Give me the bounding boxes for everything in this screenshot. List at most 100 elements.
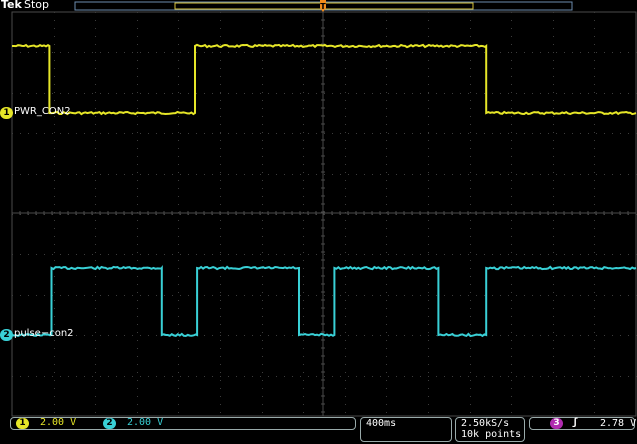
grid-dot	[345, 300, 346, 301]
grid-dot	[92, 254, 93, 255]
grid-dot	[262, 340, 263, 341]
grid-dot	[428, 132, 429, 133]
brand-logo: Tek	[1, 0, 22, 11]
grid-dot	[332, 93, 333, 94]
grid-dot	[428, 380, 429, 381]
grid-dot	[428, 252, 429, 253]
grid-dot	[345, 324, 346, 325]
grid-dot	[178, 44, 179, 45]
grid-dot	[380, 295, 381, 296]
grid-dot	[386, 36, 387, 37]
grid-dot	[132, 254, 133, 255]
grid-dot	[572, 52, 573, 53]
grid-dot	[420, 52, 421, 53]
grid-dot	[212, 52, 213, 53]
grid-dot	[612, 254, 613, 255]
grid-dot	[44, 174, 45, 175]
grid-dot	[428, 68, 429, 69]
grid-dot	[556, 376, 557, 377]
grid-dot	[386, 92, 387, 93]
grid-dot	[108, 174, 109, 175]
grid-dot	[396, 254, 397, 255]
grid-dot	[244, 133, 245, 134]
record-length: 10k points	[461, 429, 522, 440]
grid-dot	[54, 260, 55, 261]
grid-dot	[116, 335, 117, 336]
grid-dot	[244, 52, 245, 53]
grid-dot	[553, 196, 554, 197]
grid-dot	[124, 295, 125, 296]
grid-dot	[553, 252, 554, 253]
grid-dot	[553, 292, 554, 293]
grid-dot	[220, 276, 221, 277]
grid-dot	[386, 84, 387, 85]
grid-dot	[404, 133, 405, 134]
grid-dot	[372, 133, 373, 134]
grid-dot	[36, 254, 37, 255]
grid-dot	[444, 254, 445, 255]
grid-dot	[244, 174, 245, 175]
grid-dot	[492, 174, 493, 175]
grid-dot	[95, 60, 96, 61]
grid-dot	[511, 396, 512, 397]
grid-dot	[396, 335, 397, 336]
grid-dot	[148, 376, 149, 377]
grid-dot	[262, 252, 263, 253]
oscilloscope-display: T	[11, 0, 637, 417]
grid-dot	[428, 28, 429, 29]
grid-dot	[553, 380, 554, 381]
grid-dot	[95, 20, 96, 21]
channel-1-scale-badge[interactable]: 1	[16, 418, 29, 429]
grid-dot	[594, 188, 595, 189]
grid-dot	[54, 292, 55, 293]
grid-dot	[386, 188, 387, 189]
grid-dot	[511, 228, 512, 229]
grid-dot	[54, 412, 55, 413]
grid-dot	[28, 52, 29, 53]
grid-dot	[268, 93, 269, 94]
grid-dot	[324, 295, 325, 296]
grid-dot	[564, 133, 565, 134]
grid-dot	[178, 188, 179, 189]
grid-dot	[470, 308, 471, 309]
grid-dot	[345, 348, 346, 349]
grid-dot	[178, 156, 179, 157]
grid-dot	[137, 204, 138, 205]
grid-dot	[303, 172, 304, 173]
grid-dot	[76, 335, 77, 336]
grid-dot	[340, 133, 341, 134]
grid-dot	[386, 156, 387, 157]
grid-dot	[220, 156, 221, 157]
grid-dot	[137, 180, 138, 181]
grid-dot	[178, 12, 179, 13]
grid-dot	[164, 133, 165, 134]
grid-dot	[276, 254, 277, 255]
grid-dot	[76, 254, 77, 255]
grid-dot	[284, 376, 285, 377]
grid-dot	[428, 254, 429, 255]
grid-dot	[386, 380, 387, 381]
grid-dot	[470, 348, 471, 349]
grid-dot	[500, 93, 501, 94]
grid-dot	[137, 276, 138, 277]
grid-dot	[28, 295, 29, 296]
grid-dot	[372, 52, 373, 53]
grid-dot	[484, 93, 485, 94]
grid-dot	[54, 396, 55, 397]
grid-dot	[364, 376, 365, 377]
grid-dot	[476, 133, 477, 134]
grid-dot	[178, 244, 179, 245]
grid-dot	[137, 92, 138, 93]
grid-dot	[356, 254, 357, 255]
grid-dot	[180, 133, 181, 134]
grid-dot	[548, 295, 549, 296]
channel-2-ground-marker-icon[interactable]: 2	[0, 329, 13, 341]
grid-dot	[386, 20, 387, 21]
grid-dot	[511, 124, 512, 125]
grid-dot	[404, 335, 405, 336]
grid-dot	[412, 52, 413, 53]
grid-dot	[500, 52, 501, 53]
channel-2-scale-badge[interactable]: 2	[103, 418, 116, 429]
grid-dot	[220, 252, 221, 253]
channel-1-ground-marker-icon[interactable]: 1	[0, 107, 13, 119]
